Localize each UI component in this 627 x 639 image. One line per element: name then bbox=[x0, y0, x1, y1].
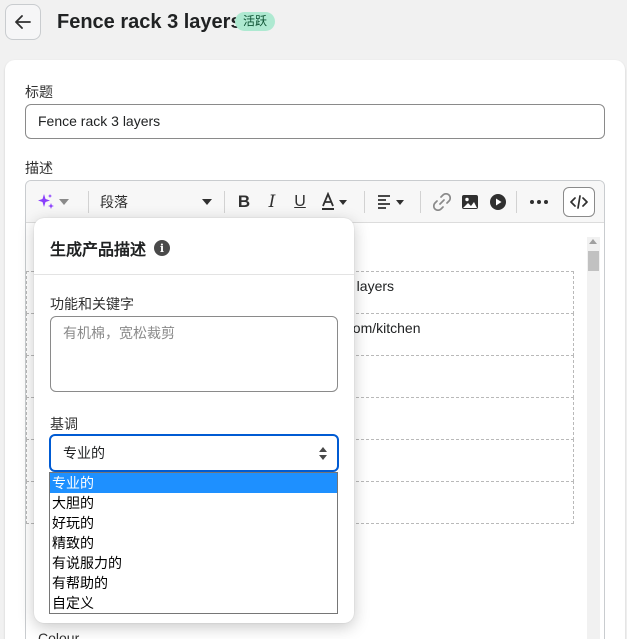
text-color-button[interactable] bbox=[318, 189, 352, 215]
title-label: 标题 bbox=[25, 84, 53, 100]
status-badge: 活跃 bbox=[235, 12, 276, 31]
colour-label: Colour bbox=[38, 630, 80, 639]
toolbar-divider bbox=[420, 191, 421, 213]
editor-toolbar: 段落 B I U bbox=[26, 181, 604, 223]
tone-option[interactable]: 有帮助的 bbox=[50, 573, 337, 593]
toolbar-divider bbox=[364, 191, 365, 213]
popover-header: 生成产品描述 i bbox=[50, 236, 171, 260]
italic-button[interactable]: I bbox=[260, 189, 284, 215]
scroll-up-icon[interactable] bbox=[589, 239, 597, 244]
tone-option[interactable]: 大胆的 bbox=[50, 493, 337, 513]
chevron-down-icon bbox=[202, 199, 212, 205]
code-icon bbox=[570, 195, 588, 209]
align-button[interactable] bbox=[374, 189, 410, 215]
more-button[interactable] bbox=[526, 189, 552, 215]
popover-title: 生成产品描述 bbox=[50, 242, 147, 259]
paragraph-select[interactable]: 段落 bbox=[92, 190, 216, 214]
tone-select[interactable]: 专业的 bbox=[49, 434, 339, 472]
bold-icon: B bbox=[237, 192, 251, 211]
scrollbar[interactable] bbox=[587, 237, 600, 639]
image-button[interactable] bbox=[458, 189, 482, 215]
keywords-textarea[interactable]: 有机棉，宽松裁剪 bbox=[50, 316, 338, 392]
tone-label: 基调 bbox=[50, 416, 78, 432]
tone-option[interactable]: 有说服力的 bbox=[50, 553, 337, 573]
toolbar-divider bbox=[516, 191, 517, 213]
link-icon bbox=[433, 193, 451, 211]
keywords-label: 功能和关键字 bbox=[50, 296, 134, 312]
tone-select-value: 专业的 bbox=[63, 445, 105, 461]
sparkle-icon bbox=[37, 194, 54, 209]
tone-option[interactable]: 精致的 bbox=[50, 533, 337, 553]
italic-icon: I bbox=[268, 192, 276, 212]
divider bbox=[34, 274, 354, 275]
paragraph-label: 段落 bbox=[100, 194, 128, 210]
underline-button[interactable]: U bbox=[288, 189, 312, 215]
image-icon bbox=[462, 195, 478, 209]
video-button[interactable] bbox=[486, 189, 510, 215]
title-input[interactable]: Fence rack 3 layers bbox=[25, 104, 605, 139]
more-horizontal-icon bbox=[530, 200, 548, 204]
link-button[interactable] bbox=[430, 189, 454, 215]
arrow-left-icon bbox=[15, 15, 31, 29]
top-bar: Fence rack 3 layers 活跃 bbox=[0, 0, 627, 50]
page-title: Fence rack 3 layers bbox=[57, 11, 242, 33]
ai-generate-button[interactable] bbox=[32, 189, 72, 215]
info-icon[interactable]: i bbox=[154, 240, 171, 256]
toolbar-divider bbox=[88, 191, 89, 213]
show-html-button[interactable] bbox=[563, 187, 595, 217]
tone-option[interactable]: 专业的 bbox=[50, 473, 337, 493]
play-icon bbox=[490, 194, 506, 210]
scroll-thumb[interactable] bbox=[588, 251, 599, 271]
chevron-down-icon bbox=[58, 199, 69, 205]
align-left-icon bbox=[378, 195, 404, 209]
select-arrows-icon bbox=[319, 447, 327, 461]
tone-option[interactable]: 自定义 bbox=[50, 593, 337, 613]
bold-button[interactable]: B bbox=[232, 189, 256, 215]
text-color-icon bbox=[322, 192, 347, 210]
underline-icon: U bbox=[294, 193, 306, 210]
toolbar-divider bbox=[224, 191, 225, 213]
tone-option[interactable]: 好玩的 bbox=[50, 513, 337, 533]
description-label: 描述 bbox=[25, 160, 53, 176]
back-button[interactable] bbox=[5, 4, 41, 40]
tone-dropdown-list: 专业的 大胆的 好玩的 精致的 有说服力的 有帮助的 自定义 bbox=[49, 472, 338, 614]
